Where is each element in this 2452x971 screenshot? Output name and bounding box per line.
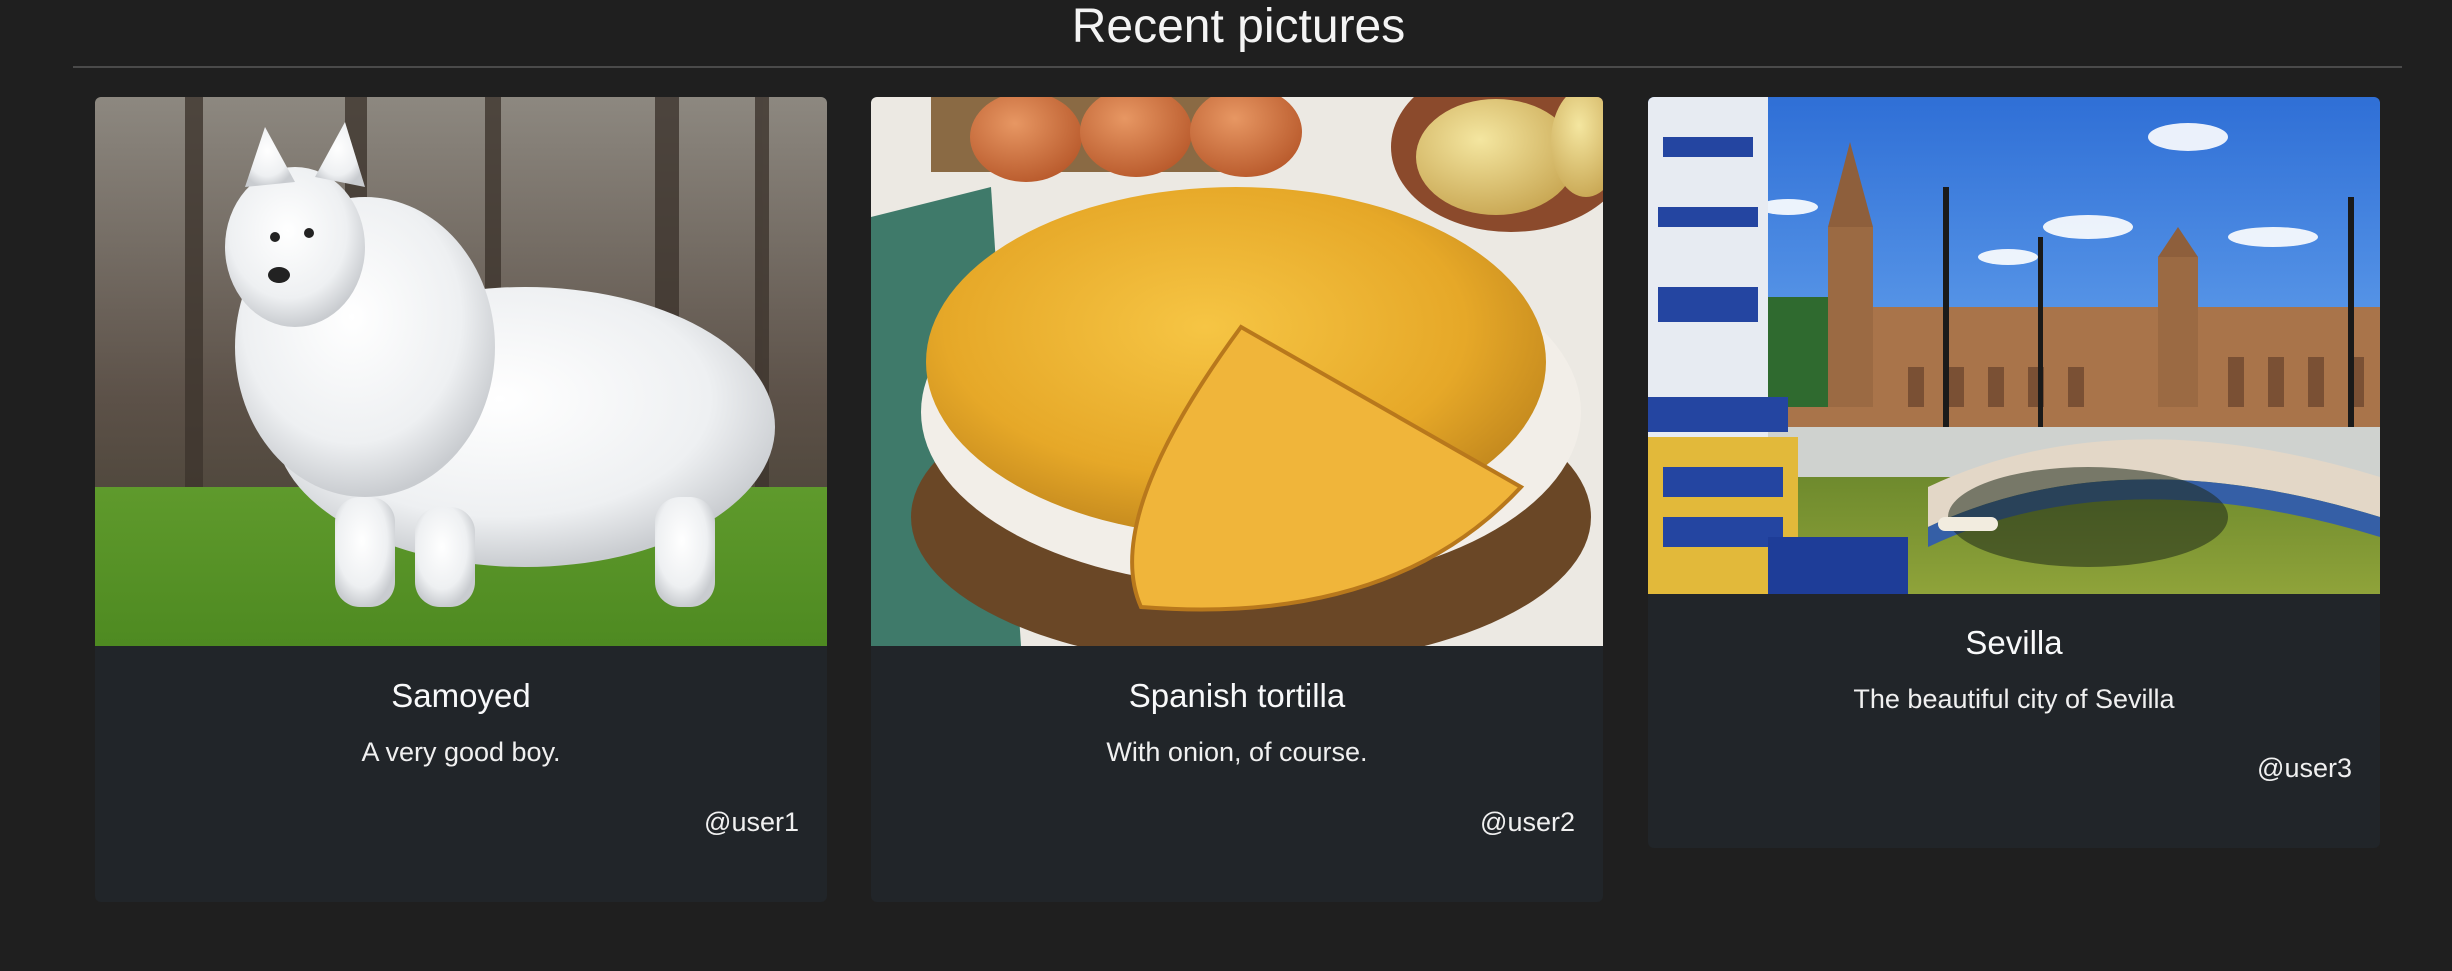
picture-card-spanish-tortilla[interactable]: Spanish tortilla With onion, of course. … [871,97,1603,902]
picture-author[interactable]: @user2 [1480,807,1575,838]
picture-card-sevilla[interactable]: Sevilla The beautiful city of Sevilla @u… [1648,97,2380,848]
picture-title: Spanish tortilla [1128,677,1346,714]
picture-author[interactable]: @user1 [704,807,799,838]
picture-title: Samoyed [391,677,531,714]
picture-title: Sevilla [1965,624,2063,661]
recent-pictures-page: Recent pictures Samoyed A very good boy.… [0,0,2452,971]
picture-description: With onion, of course. [1106,737,1368,767]
page-title: Recent pictures [1071,0,1406,53]
picture-author[interactable]: @user3 [2257,753,2352,784]
picture-description: A very good boy. [361,737,561,767]
picture-image-sevilla[interactable] [1648,97,2380,594]
heading-divider [73,66,2402,68]
picture-image-samoyed[interactable] [95,97,827,646]
picture-card-samoyed[interactable]: Samoyed A very good boy. @user1 [95,97,827,902]
picture-description: The beautiful city of Sevilla [1853,684,2175,714]
picture-image-spanish-tortilla[interactable] [871,97,1603,646]
